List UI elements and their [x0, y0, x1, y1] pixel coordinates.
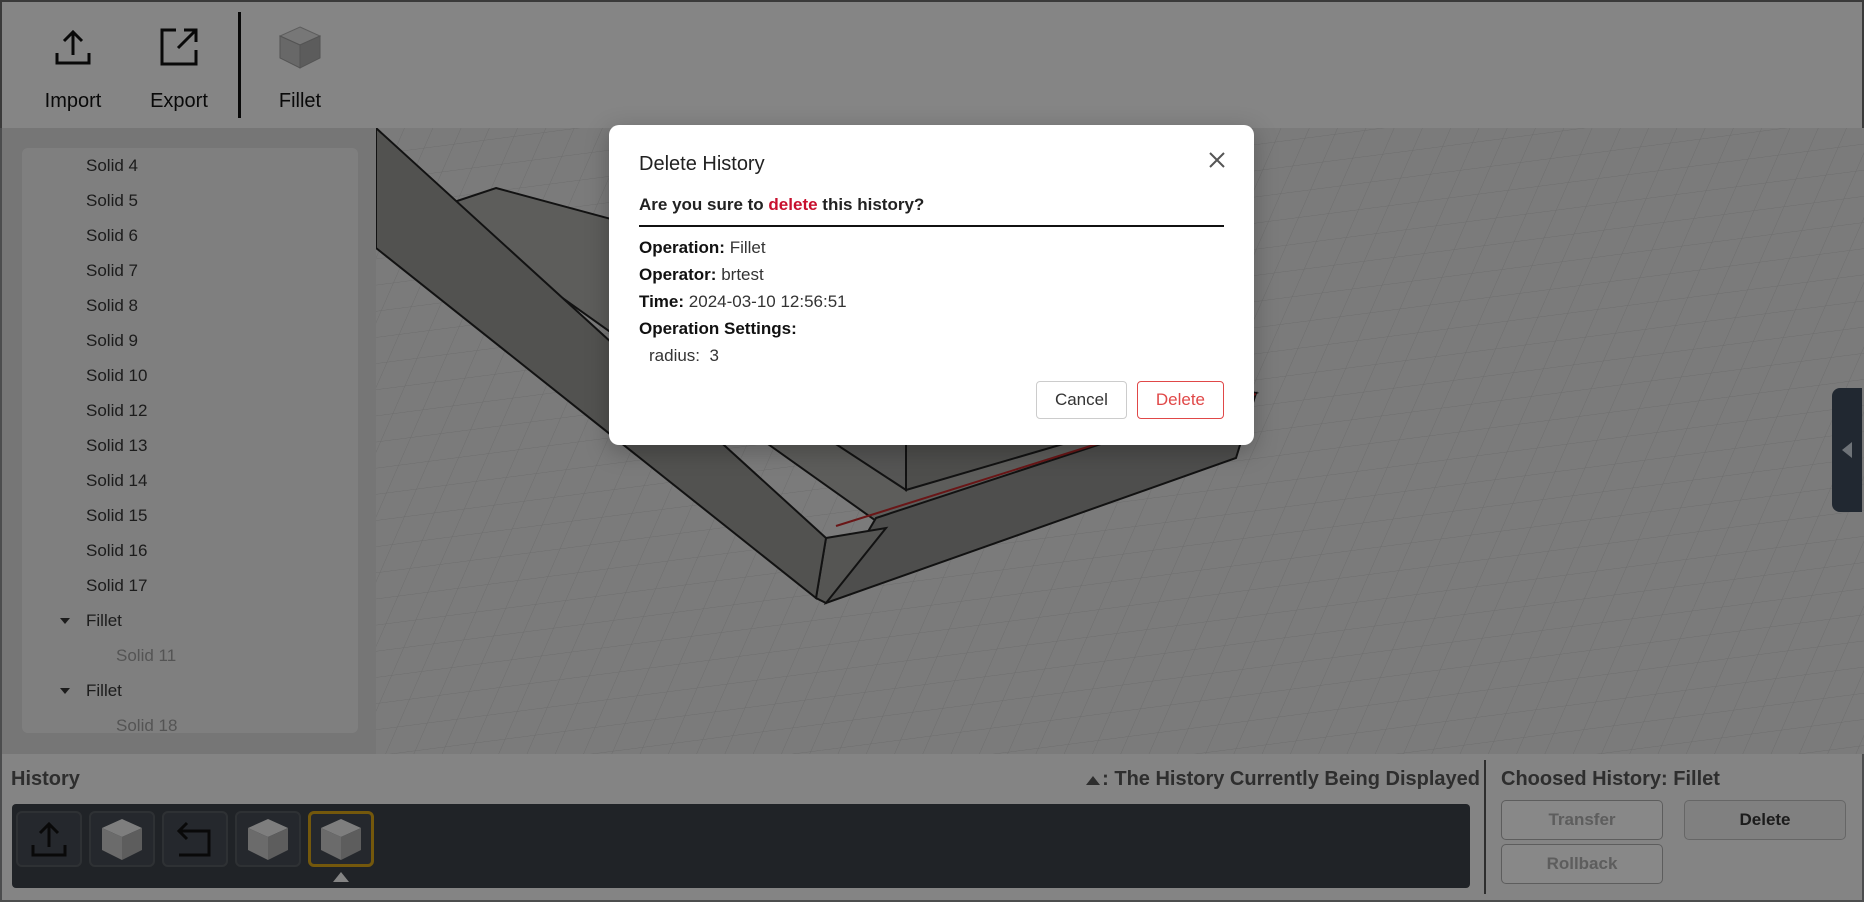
close-icon[interactable]	[1206, 149, 1228, 171]
operator-row: Operator: brtest	[639, 264, 1224, 285]
operation-value: Fillet	[729, 238, 766, 257]
time-value: 2024-03-10 12:56:51	[688, 292, 847, 311]
cancel-button[interactable]: Cancel	[1035, 381, 1127, 419]
dialog-actions: Cancel Delete	[1035, 381, 1224, 419]
operator-value: brtest	[721, 265, 764, 284]
setting-radius: radius: 3	[649, 346, 719, 365]
time-key: Time:	[639, 292, 685, 311]
operator-key: Operator:	[639, 265, 717, 284]
confirm-prefix: Are you sure to	[639, 195, 769, 214]
confirm-message: Are you sure to delete this history?	[639, 195, 1224, 227]
operation-row: Operation: Fillet	[639, 237, 1224, 258]
operation-key: Operation:	[639, 238, 725, 257]
delete-history-dialog: Delete History Are you sure to delete th…	[609, 125, 1254, 445]
settings-key: Operation Settings:	[639, 319, 797, 338]
confirm-danger-word: delete	[768, 195, 818, 214]
confirm-suffix: this history?	[817, 195, 925, 214]
dialog-title: Delete History	[639, 153, 765, 175]
settings-row: Operation Settings:	[639, 318, 1224, 339]
time-row: Time: 2024-03-10 12:56:51	[639, 291, 1224, 312]
confirm-delete-button[interactable]: Delete	[1136, 381, 1224, 419]
